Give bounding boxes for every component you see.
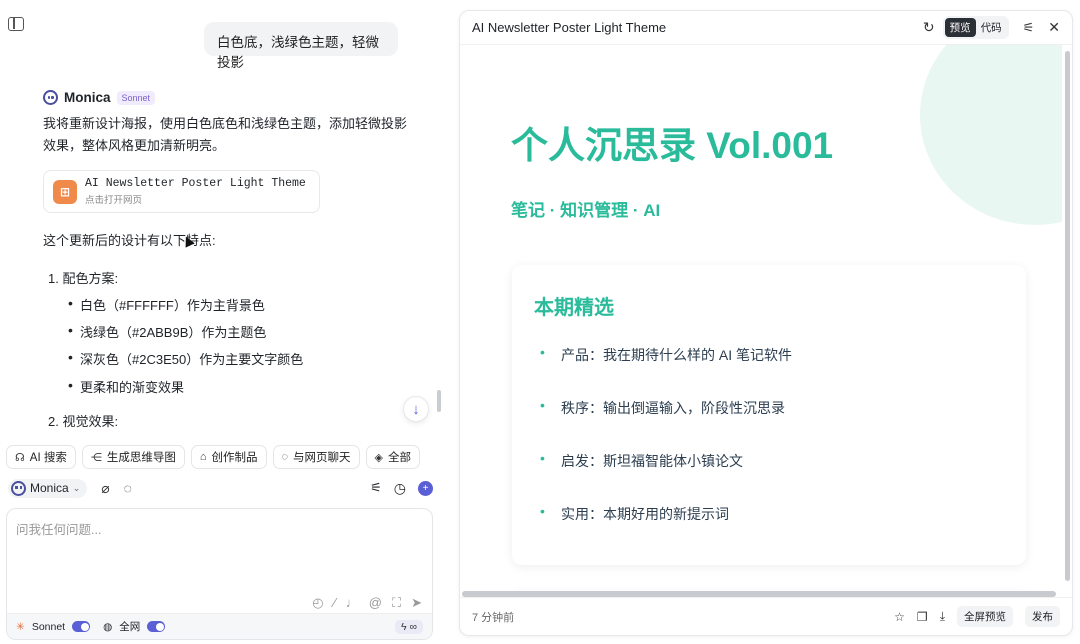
artifact-card[interactable]: ⊞ AI Newsletter Poster Light Theme 点击打开网… bbox=[43, 170, 320, 213]
layers-icon: ◈ bbox=[374, 451, 384, 464]
view-toggle: 预览 代码 bbox=[942, 16, 1009, 39]
artifact-icon: ⌂ bbox=[199, 451, 207, 463]
download-icon[interactable]: ⤓ bbox=[940, 609, 945, 624]
poster-preview: 个人沉思录 Vol.001 笔记 · 知识管理 · AI 本期精选 产品：我在期… bbox=[460, 45, 1062, 598]
list-bullet: 深灰色（#2C3E50）作为主要文字颜色 bbox=[68, 349, 303, 368]
tab-code[interactable]: 代码 bbox=[976, 18, 1007, 37]
featured-card: 本期精选 产品：我在期待什么样的 AI 笔记软件 秩序：输出倒逼输入，阶段性沉思… bbox=[512, 265, 1026, 565]
footer-model-label[interactable]: Sonnet bbox=[32, 621, 65, 633]
new-chat-icon[interactable]: + bbox=[418, 480, 433, 496]
list-item: 1. 配色方案: bbox=[48, 271, 119, 286]
card-title: 本期精选 bbox=[534, 297, 614, 319]
chip-ai-search[interactable]: ☊ AI 搜索 bbox=[6, 445, 76, 469]
webpage-file-icon: ⊞ bbox=[53, 179, 77, 204]
footer-actions: ☆ ❐ ⤓ 全屏预览 发布 bbox=[894, 606, 1060, 627]
chat-panel: 白色底，浅绿色主题，轻微投影 Monica Sonnet 我将重新设计海报，使用… bbox=[0, 0, 446, 644]
bolt-icon: ϟ bbox=[401, 620, 407, 633]
sonnet-model-icon: ✳ bbox=[16, 620, 25, 633]
chip-all[interactable]: ◈ 全部 bbox=[365, 445, 421, 469]
scroll-to-bottom-button[interactable]: ↓ bbox=[403, 396, 429, 422]
history-icon[interactable]: ◷ bbox=[394, 480, 406, 497]
settings-sliders-icon[interactable]: ⚟ bbox=[370, 480, 382, 496]
bot-name: Monica bbox=[64, 90, 111, 105]
chat-scrollbar[interactable] bbox=[437, 390, 441, 412]
card-item: 秩序：输出倒逼输入，阶段性沉思录 bbox=[540, 397, 785, 418]
headphone-icon: ☊ bbox=[15, 451, 25, 464]
poster-subtitle: 笔记 · 知识管理 · AI bbox=[511, 201, 661, 220]
tab-preview[interactable]: 预览 bbox=[944, 18, 976, 37]
fullscreen-preview-button[interactable]: 全屏预览 bbox=[957, 606, 1013, 627]
chat-input[interactable] bbox=[16, 519, 416, 589]
preview-header: AI Newsletter Poster Light Theme ↻ 预览 代码… bbox=[460, 11, 1072, 45]
bulb-icon[interactable]: ◌ bbox=[124, 480, 132, 496]
card-item: 产品：我在期待什么样的 AI 笔记软件 bbox=[540, 344, 792, 365]
clock-icon[interactable]: ◴ bbox=[312, 595, 323, 611]
microphone-icon[interactable]: ♩ bbox=[346, 595, 359, 611]
composer: ◴ ⁄ ♩ @ ⛶ ➤ ✳ Sonnet ◍ 全网 ϟ ∞ bbox=[6, 508, 433, 640]
monica-avatar-icon bbox=[11, 480, 26, 496]
preview-actions: ↻ 预览 代码 ⚟ ✕ bbox=[923, 16, 1060, 39]
updated-time: 7 分钟前 bbox=[472, 611, 515, 624]
chip-mindmap[interactable]: ⋲ 生成思维导图 bbox=[81, 445, 185, 469]
chip-chat-webpage[interactable]: ◌ 与网页聊天 bbox=[272, 445, 360, 469]
list-item: 2. 视觉效果: bbox=[48, 414, 119, 429]
arrow-down-icon: ↓ bbox=[412, 400, 420, 418]
monica-avatar-icon bbox=[43, 90, 58, 105]
star-icon[interactable]: ☆ bbox=[894, 610, 905, 624]
close-icon[interactable]: ✕ bbox=[1048, 19, 1060, 36]
input-tools: ◴ ⁄ ♩ @ ⛶ ➤ bbox=[312, 595, 422, 611]
composer-footer: ✳ Sonnet ◍ 全网 ϟ ∞ bbox=[7, 613, 432, 639]
model-toggle[interactable] bbox=[72, 621, 91, 632]
list-bullet: 更柔和的渐变效果 bbox=[68, 377, 184, 396]
model-selector-label: Monica bbox=[30, 481, 69, 495]
mindmap-icon: ⋲ bbox=[90, 451, 102, 464]
refresh-icon[interactable]: ↻ bbox=[923, 19, 935, 36]
expand-icon[interactable]: ⛶ bbox=[392, 595, 401, 611]
preview-vertical-scrollbar[interactable] bbox=[1065, 51, 1070, 581]
globe-icon: ◍ bbox=[103, 620, 113, 633]
poster-title: 个人沉思录 Vol.001 bbox=[511, 125, 834, 166]
bot-header: Monica Sonnet bbox=[43, 90, 156, 105]
artifact-title: AI Newsletter Poster Light Theme bbox=[85, 177, 306, 190]
chip-artifact[interactable]: ⌂ 创作制品 bbox=[190, 445, 267, 469]
model-badge: Sonnet bbox=[116, 90, 156, 105]
composer-toolbar: Monica ⌄ ⌀ ◌ ⚟ ◷ + bbox=[8, 476, 433, 500]
translate-icon[interactable]: ⁄ bbox=[334, 595, 336, 611]
publish-button[interactable]: 发布 bbox=[1025, 606, 1060, 627]
user-message: 白色底，浅绿色主题，轻微投影 bbox=[204, 22, 398, 70]
card-item: 启发：斯坦福智能体小镇论文 bbox=[540, 450, 743, 471]
chat-bubble-icon: ◌ bbox=[281, 451, 289, 463]
card-item: 实用：本期好用的新提示词 bbox=[540, 503, 729, 524]
sidebar-toggle-icon[interactable] bbox=[8, 17, 24, 31]
attach-icon[interactable]: ⌀ bbox=[101, 480, 109, 497]
quick-action-chips: ☊ AI 搜索 ⋲ 生成思维导图 ⌂ 创作制品 ◌ 与网页聊天 ◈ 全部 bbox=[6, 445, 421, 469]
web-search-toggle[interactable] bbox=[147, 621, 166, 632]
mention-icon[interactable]: @ bbox=[369, 595, 382, 611]
model-selector[interactable]: Monica ⌄ bbox=[8, 478, 88, 498]
list-bullet: 白色（#FFFFFF）作为主背景色 bbox=[68, 295, 265, 314]
copy-icon[interactable]: ❐ bbox=[917, 610, 928, 624]
chevron-down-icon: ⌄ bbox=[72, 482, 81, 493]
preview-panel: AI Newsletter Poster Light Theme ↻ 预览 代码… bbox=[459, 10, 1073, 636]
settings-sliders-icon[interactable]: ⚟ bbox=[1023, 20, 1035, 36]
artifact-subtitle: 点击打开网页 bbox=[85, 195, 143, 206]
list-bullet: 浅绿色（#2ABB9B）作为主题色 bbox=[68, 322, 266, 341]
bot-intro-text: 我将重新设计海报，使用白色底色和浅绿色主题，添加轻微投影效果，整体风格更加清新明… bbox=[43, 116, 408, 153]
decorative-circle bbox=[920, 45, 1062, 225]
web-search-label[interactable]: 全网 bbox=[119, 619, 140, 634]
features-heading: 这个更新后的设计有以下特点: bbox=[43, 233, 216, 248]
preview-title: AI Newsletter Poster Light Theme bbox=[472, 20, 667, 35]
send-icon[interactable]: ➤ bbox=[411, 595, 422, 611]
preview-footer: 7 分钟前 ☆ ❐ ⤓ 全屏预览 发布 bbox=[460, 597, 1072, 635]
quota-badge[interactable]: ϟ ∞ bbox=[395, 619, 423, 634]
